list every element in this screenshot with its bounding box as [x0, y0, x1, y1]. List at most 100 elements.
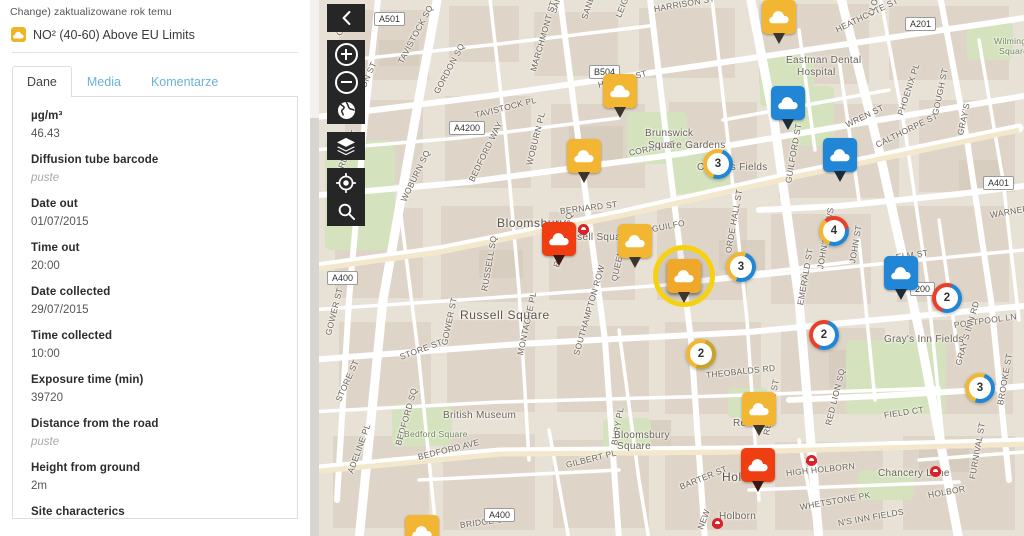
place-label: Hospital — [797, 67, 836, 78]
plus-circle-icon — [334, 42, 358, 66]
search-button[interactable] — [327, 197, 365, 226]
app-root: Change) zaktualizowane rok temu NO² (40-… — [0, 0, 1024, 536]
place-label: Bedford Square — [404, 429, 468, 439]
cloud-icon — [549, 232, 569, 246]
locate-me-button[interactable] — [327, 168, 365, 197]
data-field: Diffusion tube barcode puste — [13, 153, 297, 186]
place-label: Square — [999, 46, 1024, 56]
tab-media[interactable]: Media — [72, 66, 136, 97]
map-canvas[interactable]: 3432223 SANDWICH STSANDWICH STLEIGH STHA… — [319, 0, 1024, 536]
field-label: Date collected — [31, 286, 111, 299]
tube-station-icon — [578, 224, 589, 235]
field-value: 2m — [31, 479, 47, 492]
field-value: puste — [31, 171, 60, 184]
field-label: Diffusion tube barcode — [31, 154, 159, 167]
field-value: 46.43 — [31, 127, 60, 140]
map-marker[interactable] — [884, 256, 918, 300]
field-value: 29/07/2015 — [31, 303, 89, 316]
data-field: Site charactericson lampost — [13, 505, 297, 519]
cloud-icon — [891, 266, 911, 280]
tabs-wrap: Dane Media Komentarze — [0, 53, 310, 97]
place-label: Brunswick — [645, 128, 694, 139]
map-cluster-badge[interactable]: 2 — [932, 283, 962, 313]
tube-station-icon — [930, 466, 941, 477]
road-shield: A400 — [327, 271, 359, 285]
map-cluster-badge[interactable]: 3 — [726, 252, 756, 282]
map-marker[interactable] — [603, 74, 637, 118]
data-field: Distance from the road puste — [13, 417, 297, 450]
field-label: Height from ground — [31, 462, 141, 475]
cluster-count: 3 — [730, 256, 752, 278]
data-field: Height from ground 2m — [13, 461, 297, 494]
tab-dane[interactable]: Dane — [12, 66, 72, 97]
field-value: puste — [31, 435, 60, 448]
field-label: Date out — [31, 198, 78, 211]
last-updated-text: Change) zaktualizowane rok temu — [10, 6, 172, 18]
data-field: Time collected 10:00 — [13, 329, 297, 362]
place-label: Bloomsbury — [614, 430, 670, 441]
field-label: Time collected — [31, 330, 113, 343]
field-label: Distance from the road — [31, 418, 159, 431]
collapse-panel-button[interactable] — [327, 4, 365, 32]
tube-station-icon — [806, 455, 817, 466]
map-marker[interactable] — [771, 86, 805, 130]
cloud-icon — [412, 525, 432, 536]
feature-detail-panel: Change) zaktualizowane rok temu NO² (40-… — [0, 0, 310, 536]
road-shield: A501 — [374, 12, 406, 26]
map-marker[interactable] — [762, 0, 796, 44]
map-cluster-badge[interactable]: 4 — [819, 216, 849, 246]
basemap-globe-button[interactable] — [327, 96, 365, 124]
map-marker-selected[interactable] — [667, 259, 701, 303]
field-label: Exposure time (min) — [31, 374, 144, 387]
map-marker[interactable] — [567, 139, 601, 183]
road-shield: A401 — [983, 176, 1015, 190]
place-label: Square — [617, 441, 652, 452]
cloud-icon — [574, 149, 594, 163]
cluster-count: 2 — [690, 343, 712, 365]
cluster-count: 3 — [707, 153, 729, 175]
field-value: 10:00 — [31, 347, 60, 360]
crosshair-icon — [336, 172, 356, 193]
field-value: 20:00 — [31, 259, 60, 272]
map-marker[interactable] — [618, 224, 652, 268]
map-marker[interactable] — [542, 222, 576, 266]
tube-station-icon — [712, 518, 723, 529]
map-marker[interactable] — [823, 138, 857, 182]
place-label: British Museum — [443, 410, 517, 421]
data-field: Exposure time (min) 39720 — [13, 373, 297, 406]
cloud-icon — [778, 96, 798, 110]
panel-scrollbar[interactable] — [310, 0, 319, 536]
cluster-count: 3 — [969, 377, 991, 399]
map-cluster-badge[interactable]: 2 — [809, 320, 839, 350]
panel-scrollbar-thumb[interactable] — [310, 0, 319, 118]
map-cluster-badge[interactable]: 3 — [965, 373, 995, 403]
place-label: Wilmington — [994, 36, 1024, 46]
road-shield: A201 — [905, 17, 937, 31]
layer-title: NO² (40-60) Above EU Limits — [33, 27, 195, 42]
map-marker[interactable] — [741, 448, 775, 492]
map-cluster-badge[interactable]: 2 — [686, 339, 716, 369]
field-label: Site characterics — [31, 506, 125, 519]
cluster-count: 4 — [823, 220, 845, 242]
cloud-icon — [674, 269, 694, 283]
map-marker[interactable] — [405, 515, 439, 536]
place-label: Eastman Dental — [786, 55, 862, 66]
field-value: 39720 — [31, 391, 63, 404]
data-field: µg/m³ 46.43 — [13, 109, 297, 142]
cloud-icon — [625, 234, 645, 248]
field-value: 01/07/2015 — [31, 215, 89, 228]
zoom-out-button[interactable] — [327, 68, 365, 96]
map-cluster-badge[interactable]: 3 — [703, 149, 733, 179]
cloud-icon — [749, 402, 769, 416]
data-fields-card: µg/m³ 46.43 Diffusion tube barcode puste Dat… — [12, 97, 298, 519]
layer-title-row: NO² (40-60) Above EU Limits — [0, 18, 310, 52]
layers-button[interactable] — [327, 132, 365, 160]
place-label: Russell Square — [460, 308, 550, 322]
cloud-icon — [830, 148, 850, 162]
map-control-stack — [327, 4, 365, 226]
zoom-in-button[interactable] — [327, 40, 365, 68]
data-field: Date collected 29/07/2015 — [13, 285, 297, 318]
map-marker[interactable] — [742, 392, 776, 436]
cloud-icon — [11, 27, 26, 42]
tab-komentarze[interactable]: Komentarze — [136, 66, 233, 97]
